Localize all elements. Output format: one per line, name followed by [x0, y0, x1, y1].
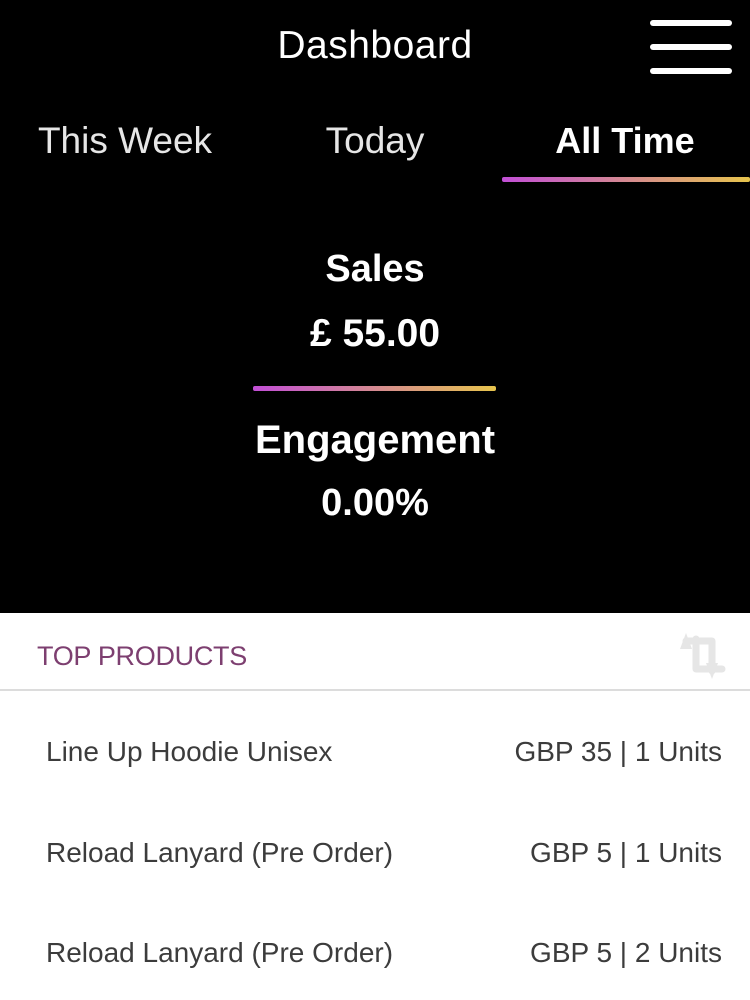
top-products-header: TOP PRODUCTS	[0, 613, 750, 691]
page-title: Dashboard	[277, 24, 473, 67]
sales-label: Sales	[325, 248, 425, 290]
engagement-label: Engagement	[254, 418, 496, 462]
product-row[interactable]: Line Up Hoodie Unisex GBP 35 | 1 Units	[0, 736, 750, 836]
stats-panel: Dashboard This Week Today All Time Sales…	[0, 0, 750, 613]
product-row[interactable]: Reload Lanyard (Pre Order) GBP 5 | 2 Uni…	[0, 937, 750, 1000]
engagement-value: 0.00%	[321, 482, 429, 524]
tab-this-week[interactable]: This Week	[0, 120, 250, 162]
hamburger-menu-icon-line	[650, 44, 732, 50]
product-price-units: GBP 35 | 1 Units	[514, 736, 722, 767]
hamburger-menu-icon-line	[650, 68, 732, 74]
menu-button[interactable]	[646, 18, 736, 78]
product-name: Reload Lanyard (Pre Order)	[46, 837, 394, 868]
product-name: Line Up Hoodie Unisex	[46, 736, 333, 767]
product-price-units: GBP 5 | 2 Units	[530, 937, 722, 968]
stats-divider	[253, 386, 496, 391]
active-tab-indicator	[502, 177, 750, 182]
refresh-icon[interactable]	[672, 623, 736, 687]
product-name: Reload Lanyard (Pre Order)	[46, 937, 394, 968]
top-products-title: TOP PRODUCTS	[37, 641, 247, 671]
tab-today[interactable]: Today	[250, 120, 500, 162]
product-price-units: GBP 5 | 1 Units	[530, 837, 722, 868]
hamburger-menu-icon	[650, 20, 732, 26]
tab-all-time[interactable]: All Time	[500, 120, 750, 162]
sales-value: £ 55.00	[309, 312, 441, 355]
product-row[interactable]: Reload Lanyard (Pre Order) GBP 5 | 1 Uni…	[0, 837, 750, 937]
